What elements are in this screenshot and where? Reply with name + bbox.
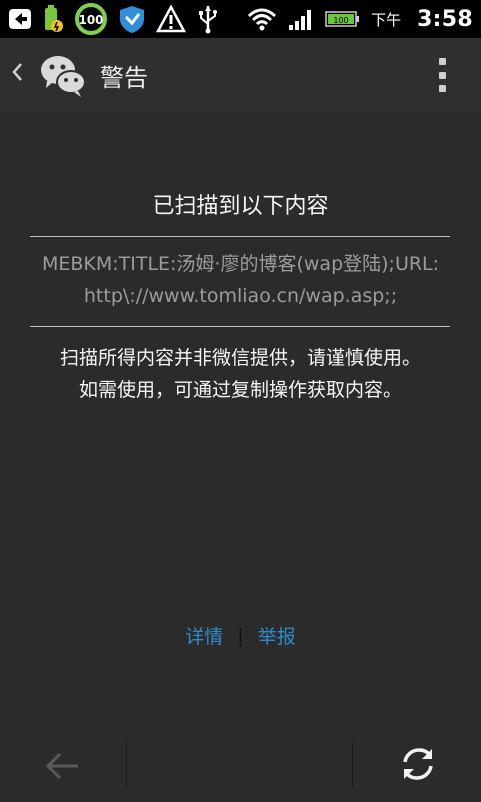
- scanned-content-line: http\://www.tomliao.cn/wap.asp;;: [83, 285, 398, 307]
- battery-circle-value: 100: [78, 13, 103, 27]
- battery-charging-icon: [42, 5, 64, 33]
- signal-icon: [287, 7, 315, 31]
- status-bar: 100 100 下午 3:58: [0, 0, 481, 38]
- scanned-content-line: MEBKM:TITLE:汤姆·廖的博客(wap登陆);URL:: [41, 253, 440, 275]
- scanned-content: MEBKM:TITLE:汤姆·廖的博客(wap登陆);URL: http\://…: [20, 248, 461, 312]
- battery-circle-icon: 100: [74, 2, 108, 36]
- content-area: 已扫描到以下内容 MEBKM:TITLE:汤姆·廖的博客(wap登陆);URL:…: [0, 112, 481, 730]
- back-arrow-notify-icon: [8, 7, 32, 31]
- shield-icon: [118, 4, 146, 34]
- report-link[interactable]: 举报: [244, 622, 310, 649]
- toolbar-divider: [126, 742, 127, 788]
- more-menu-icon[interactable]: [439, 58, 447, 92]
- warning-line: 如需使用，可通过复制操作获取内容。: [78, 379, 402, 401]
- battery-level-value: 100: [333, 16, 348, 25]
- back-chevron-icon[interactable]: [10, 61, 32, 89]
- refresh-button[interactable]: [398, 744, 438, 784]
- title-bar: 警告: [0, 38, 481, 113]
- back-arrow-button[interactable]: [42, 746, 82, 786]
- divider-top: [30, 236, 450, 237]
- usb-icon: [196, 4, 220, 34]
- refresh-icon: [403, 748, 433, 780]
- page-title: 警告: [100, 63, 148, 92]
- back-arrow-icon: [45, 752, 78, 780]
- warning-line: 扫描所得内容并非微信提供，请谨慎使用。: [59, 347, 421, 369]
- wifi-icon: [247, 7, 277, 31]
- battery-icon: 100: [325, 9, 361, 29]
- clock: 3:58: [417, 6, 473, 32]
- scan-result-heading: 已扫描到以下内容: [152, 194, 329, 219]
- wechat-logo-icon[interactable]: [38, 50, 88, 100]
- detail-link[interactable]: 详情: [171, 622, 237, 649]
- status-right-icons: 100 下午 3:58: [247, 7, 473, 32]
- warning-icon: [156, 5, 186, 33]
- toolbar-divider: [352, 742, 353, 788]
- divider-bottom: [30, 326, 450, 327]
- link-row: 详情 | 举报: [0, 622, 481, 649]
- bottom-toolbar: [0, 730, 481, 802]
- ampm-label: 下午: [371, 10, 402, 29]
- warning-message: 扫描所得内容并非微信提供，请谨慎使用。 如需使用，可通过复制操作获取内容。: [20, 342, 461, 406]
- status-left-icons: 100: [8, 2, 220, 36]
